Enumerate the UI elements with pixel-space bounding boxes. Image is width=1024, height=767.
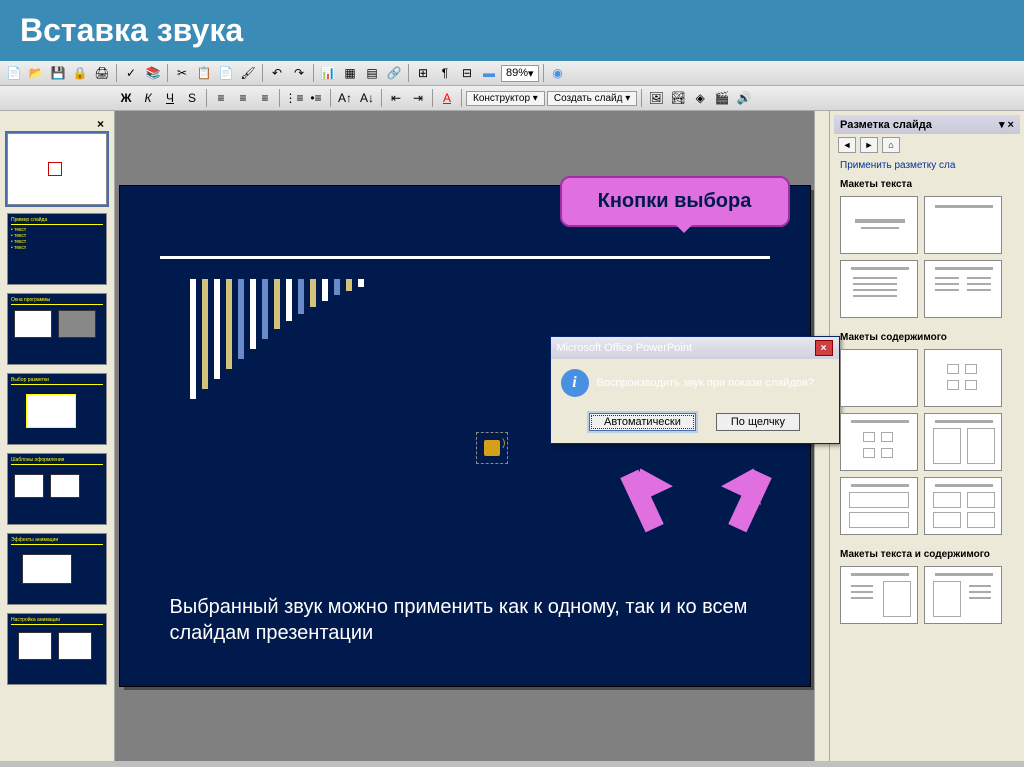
layout-four-content[interactable]: [924, 477, 1002, 535]
new-slide-button[interactable]: Создать слайд ▾: [547, 91, 637, 106]
apply-layout-link[interactable]: Применить разметку сла: [834, 156, 1020, 175]
new-icon[interactable]: 📄: [4, 63, 24, 83]
title-underline: [160, 256, 770, 259]
pane-home-icon[interactable]: ⌂: [882, 137, 900, 153]
callout-label: Кнопки выбора: [560, 176, 790, 227]
save-icon[interactable]: 💾: [48, 63, 68, 83]
align-left-icon[interactable]: ≡: [211, 88, 231, 108]
section-content-layouts: Макеты содержимого: [834, 328, 1020, 345]
help-icon[interactable]: ◉: [548, 63, 568, 83]
pane-back-icon[interactable]: ◄: [838, 137, 856, 153]
info-icon: i: [561, 369, 589, 397]
show-formatting-icon[interactable]: ¶: [435, 63, 455, 83]
thumbnail-6[interactable]: Эффекты анимации: [7, 533, 107, 605]
toolbar-standard: 📄 📂 💾 🔒 🖨 ✓ 📚 ✂ 📋 📄 🖌 ↶ ↷ 📊 ▦ ▤ 🔗 ⊞ ¶ ⊟ …: [0, 61, 1024, 86]
insert-movie-icon[interactable]: 🎬: [712, 88, 732, 108]
perm-icon[interactable]: 🔒: [70, 63, 90, 83]
bold-icon[interactable]: Ж: [116, 88, 136, 108]
dialog-message: Воспроизводить звук при показе слайдов?: [597, 377, 815, 389]
layout-title-two-content[interactable]: [924, 413, 1002, 471]
increase-indent-icon[interactable]: ⇥: [408, 88, 428, 108]
section-text-layouts: Макеты текста: [834, 175, 1020, 192]
slide-thumbnails-panel: × Пример слайда • текст• текст• текст• т…: [0, 111, 115, 761]
thumbnail-5[interactable]: Шаблоны оформления: [7, 453, 107, 525]
thumbnail-4[interactable]: Выбор разметки: [7, 373, 107, 445]
layout-blank[interactable]: [840, 349, 918, 407]
pane-forward-icon[interactable]: ►: [860, 137, 878, 153]
thumbnail-2[interactable]: Пример слайда • текст• текст• текст• тек…: [7, 213, 107, 285]
layout-text-content[interactable]: [840, 566, 918, 624]
layout-two-col-text[interactable]: [924, 260, 1002, 318]
task-pane: Разметка слайда ▾ × ◄ ► ⌂ Применить разм…: [829, 111, 1024, 761]
bullets-icon[interactable]: •≡: [306, 88, 326, 108]
open-icon[interactable]: 📂: [26, 63, 46, 83]
color-icon[interactable]: ▬: [479, 63, 499, 83]
insert-picture-icon[interactable]: 🏞: [668, 88, 688, 108]
designer-button[interactable]: Конструктор ▾: [466, 91, 545, 106]
redo-icon[interactable]: ↷: [289, 63, 309, 83]
font-color-icon[interactable]: A: [437, 88, 457, 108]
insert-sound-icon[interactable]: 🔊: [734, 88, 754, 108]
insert-diagram-icon[interactable]: ◈: [690, 88, 710, 108]
layout-title-text[interactable]: [840, 260, 918, 318]
section-mixed-layouts: Макеты текста и содержимого: [834, 545, 1020, 562]
table-icon[interactable]: ▦: [340, 63, 360, 83]
insert-clipart-icon[interactable]: 🖼: [646, 88, 666, 108]
dialog-close-icon[interactable]: ×: [815, 340, 833, 356]
layout-title-content[interactable]: [840, 413, 918, 471]
chart-icon[interactable]: 📊: [318, 63, 338, 83]
slide-body-text: Выбранный звук можно применить как к одн…: [170, 594, 810, 646]
print-icon[interactable]: 🖨: [92, 63, 112, 83]
sound-object[interactable]: [480, 436, 504, 460]
decrease-font-icon[interactable]: A↓: [357, 88, 377, 108]
expand-icon[interactable]: ⊞: [413, 63, 433, 83]
thumbnail-1[interactable]: [7, 133, 107, 205]
underline-icon[interactable]: Ч: [160, 88, 180, 108]
thumbnail-3[interactable]: Окна программы: [7, 293, 107, 365]
tables-borders-icon[interactable]: ▤: [362, 63, 382, 83]
undo-icon[interactable]: ↶: [267, 63, 287, 83]
task-pane-dropdown-icon[interactable]: ▾ ×: [999, 118, 1014, 131]
layout-title-content-2[interactable]: [840, 477, 918, 535]
auto-button[interactable]: Автоматически: [589, 413, 696, 431]
italic-icon[interactable]: К: [138, 88, 158, 108]
grid-icon[interactable]: ⊟: [457, 63, 477, 83]
thumbnail-7[interactable]: Настройка анимации: [7, 613, 107, 685]
format-painter-icon[interactable]: 🖌: [238, 63, 258, 83]
sound-dialog: Microsoft Office PowerPoint × i Воспроиз…: [550, 336, 840, 444]
layout-title-only[interactable]: [924, 196, 1002, 254]
align-center-icon[interactable]: ≡: [233, 88, 253, 108]
layout-content-text[interactable]: [924, 566, 1002, 624]
speaker-icon: [484, 440, 500, 456]
close-thumbs-icon[interactable]: ×: [97, 117, 104, 131]
slide: Выбранный звук можно применить как к одн…: [120, 186, 810, 686]
zoom-input[interactable]: 89% ▾: [501, 65, 539, 82]
task-pane-title: Разметка слайда: [840, 119, 932, 131]
research-icon[interactable]: 📚: [143, 63, 163, 83]
on-click-button[interactable]: По щелчку: [716, 413, 800, 431]
page-title: Вставка звука: [0, 0, 1024, 61]
dialog-title: Microsoft Office PowerPoint: [557, 342, 693, 354]
increase-font-icon[interactable]: A↑: [335, 88, 355, 108]
copy-icon[interactable]: 📋: [194, 63, 214, 83]
spell-icon[interactable]: ✓: [121, 63, 141, 83]
numbering-icon[interactable]: ⋮≡: [284, 88, 304, 108]
decrease-indent-icon[interactable]: ⇤: [386, 88, 406, 108]
slide-canvas: Выбранный звук можно применить как к одн…: [115, 111, 814, 761]
toolbar-formatting: Ж К Ч S ≡ ≡ ≡ ⋮≡ •≡ A↑ A↓ ⇤ ⇥ A Конструк…: [0, 86, 1024, 111]
align-right-icon[interactable]: ≡: [255, 88, 275, 108]
paste-icon[interactable]: 📄: [216, 63, 236, 83]
shadow-icon[interactable]: S: [182, 88, 202, 108]
main-area: × Пример слайда • текст• текст• текст• т…: [0, 111, 1024, 761]
cut-icon[interactable]: ✂: [172, 63, 192, 83]
layout-content[interactable]: [924, 349, 1002, 407]
hyperlink-icon[interactable]: 🔗: [384, 63, 404, 83]
layout-title[interactable]: [840, 196, 918, 254]
